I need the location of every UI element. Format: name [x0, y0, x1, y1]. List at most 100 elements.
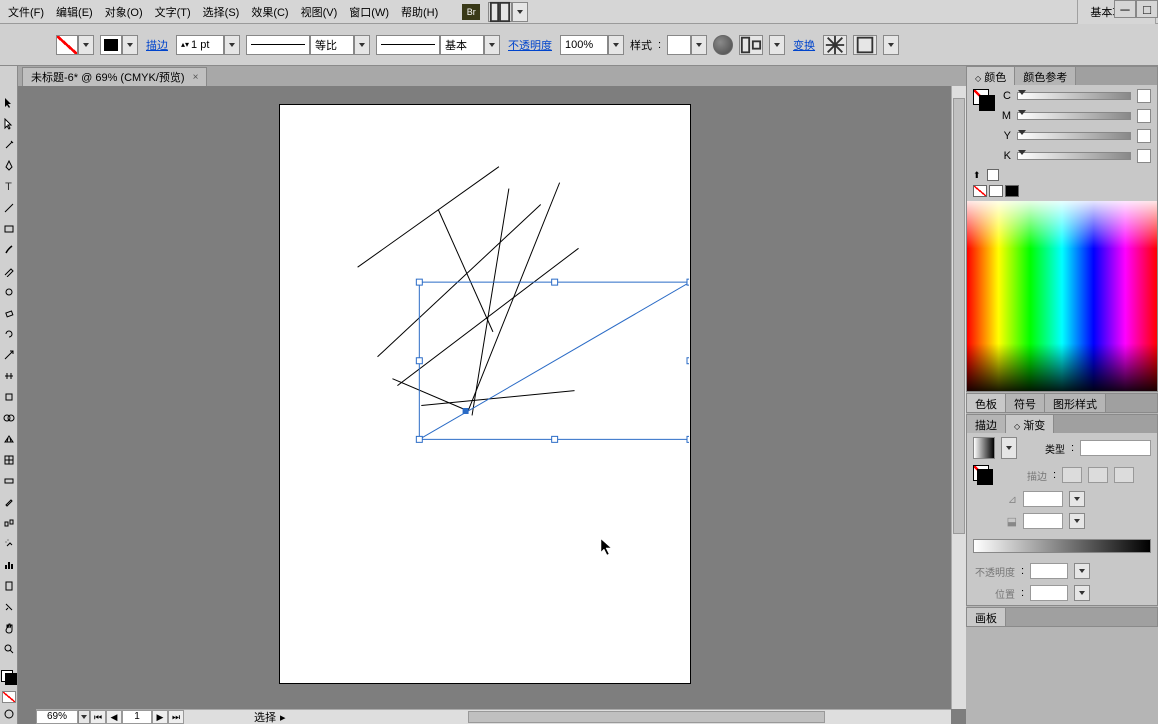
- channel-m-value[interactable]: [1137, 109, 1151, 123]
- type-tool[interactable]: T: [2, 178, 16, 197]
- graphic-style-dropdown[interactable]: [691, 35, 707, 55]
- close-tab-icon[interactable]: ×: [193, 72, 199, 83]
- channel-c-value[interactable]: [1137, 89, 1151, 103]
- first-artboard-button[interactable]: ⏮: [90, 710, 106, 724]
- arrange-documents-icon[interactable]: [488, 2, 512, 22]
- channel-m-slider[interactable]: [1017, 112, 1131, 120]
- canvas-scroll[interactable]: [18, 86, 951, 709]
- menu-edit[interactable]: 编辑(E): [50, 1, 99, 23]
- arrange-dropdown[interactable]: [512, 2, 528, 22]
- blob-brush-tool[interactable]: [2, 283, 16, 302]
- menu-object[interactable]: 对象(O): [99, 1, 149, 23]
- zoom-field[interactable]: 69%: [36, 710, 78, 724]
- channel-y-slider[interactable]: [1017, 132, 1131, 140]
- direct-selection-tool[interactable]: [2, 115, 16, 134]
- gradient-aspect-field[interactable]: [1023, 513, 1063, 529]
- scrollbar-thumb[interactable]: [468, 711, 825, 723]
- stroke-weight-field[interactable]: ▴▾1 pt: [176, 35, 224, 55]
- channel-k-value[interactable]: [1137, 149, 1151, 163]
- paintbrush-tool[interactable]: [2, 241, 16, 260]
- menu-select[interactable]: 选择(S): [197, 1, 246, 23]
- align-dropdown[interactable]: [769, 35, 785, 55]
- stroke-dropdown[interactable]: [122, 35, 138, 55]
- transform-panel-link[interactable]: 变换: [791, 37, 817, 53]
- vertical-scrollbar[interactable]: [951, 86, 966, 709]
- eyedropper-tool[interactable]: [2, 492, 16, 511]
- eraser-tool[interactable]: [2, 304, 16, 323]
- stroke-swatch[interactable]: [100, 35, 122, 55]
- stroke-panel-link[interactable]: 描边: [144, 37, 170, 53]
- artboard-number-field[interactable]: 1: [122, 710, 152, 724]
- gradient-preset-dropdown[interactable]: [1001, 437, 1017, 459]
- opacity-panel-link[interactable]: 不透明度: [506, 37, 554, 53]
- graphic-style-swatch[interactable]: [667, 35, 691, 55]
- selection-tool[interactable]: [2, 94, 16, 113]
- gradient-ramp[interactable]: [973, 539, 1151, 553]
- gradient-angle-dropdown[interactable]: [1069, 491, 1085, 507]
- menu-type[interactable]: 文字(T): [149, 1, 197, 23]
- artboard[interactable]: [279, 104, 691, 684]
- select-similar-button[interactable]: [853, 35, 877, 55]
- stroke-align-2[interactable]: [1088, 467, 1108, 483]
- tab-gradient[interactable]: ◇ 渐变: [1006, 415, 1054, 433]
- brush-dropdown[interactable]: [484, 35, 500, 55]
- gradient-fillstroke-icon[interactable]: [973, 465, 993, 485]
- gradient-type-field[interactable]: [1080, 440, 1151, 456]
- hand-tool[interactable]: [2, 618, 16, 637]
- gradient-opacity-field[interactable]: [1030, 563, 1068, 579]
- bridge-icon[interactable]: Br: [462, 4, 480, 20]
- tab-artboard[interactable]: 画板: [967, 608, 1006, 626]
- width-tool[interactable]: [2, 367, 16, 386]
- pen-tool[interactable]: [2, 157, 16, 176]
- blend-tool[interactable]: [2, 513, 16, 532]
- black-swatch[interactable]: [1005, 185, 1019, 197]
- fill-swatch[interactable]: [56, 35, 78, 55]
- tab-swatches[interactable]: 色板: [967, 394, 1006, 412]
- line-tool[interactable]: [2, 199, 16, 218]
- rectangle-tool[interactable]: [2, 220, 16, 239]
- rotate-tool[interactable]: [2, 325, 16, 344]
- minimize-button[interactable]: ─: [1114, 0, 1136, 18]
- none-color-swatch[interactable]: [973, 185, 987, 197]
- last-artboard-button[interactable]: ⏭: [168, 710, 184, 724]
- variable-width-preview[interactable]: [246, 35, 310, 55]
- tab-color[interactable]: ◇ 颜色: [967, 67, 1015, 85]
- last-color-swatch[interactable]: [987, 169, 999, 181]
- channel-c-slider[interactable]: [1017, 92, 1131, 100]
- recolor-artwork-icon[interactable]: [713, 35, 733, 55]
- gradient-aspect-dropdown[interactable]: [1069, 513, 1085, 529]
- menu-effect[interactable]: 效果(C): [245, 1, 294, 23]
- panel-fill-stroke-icon[interactable]: [973, 89, 995, 111]
- stroke-weight-dropdown[interactable]: [224, 35, 240, 55]
- tab-color-guide[interactable]: 颜色参考: [1015, 67, 1076, 85]
- zoom-tool[interactable]: [2, 639, 16, 658]
- gradient-opacity-dropdown[interactable]: [1074, 563, 1090, 579]
- gradient-position-dropdown[interactable]: [1074, 585, 1090, 601]
- menu-window[interactable]: 窗口(W): [343, 1, 395, 23]
- channel-y-value[interactable]: [1137, 129, 1151, 143]
- gradient-preview[interactable]: [973, 437, 995, 459]
- pencil-tool[interactable]: [2, 262, 16, 281]
- isolate-button[interactable]: [823, 35, 847, 55]
- gradient-tool[interactable]: [2, 471, 16, 490]
- fill-dropdown[interactable]: [78, 35, 94, 55]
- artboard-tool[interactable]: [2, 576, 16, 595]
- white-swatch[interactable]: [989, 185, 1003, 197]
- tab-symbols[interactable]: 符号: [1006, 394, 1045, 412]
- gradient-position-field[interactable]: [1030, 585, 1068, 601]
- variable-width-dropdown[interactable]: [354, 35, 370, 55]
- prev-artboard-button[interactable]: ◀: [106, 710, 122, 724]
- brush-preview[interactable]: [376, 35, 440, 55]
- select-similar-dropdown[interactable]: [883, 35, 899, 55]
- symbol-sprayer-tool[interactable]: [2, 534, 16, 553]
- tab-graphic-styles[interactable]: 图形样式: [1045, 394, 1106, 412]
- menu-file[interactable]: 文件(F): [2, 1, 50, 23]
- menu-help[interactable]: 帮助(H): [395, 1, 444, 23]
- draw-mode-icon[interactable]: [2, 705, 16, 724]
- perspective-tool[interactable]: [2, 430, 16, 449]
- gradient-angle-field[interactable]: [1023, 491, 1063, 507]
- opacity-dropdown[interactable]: [608, 35, 624, 55]
- slice-tool[interactable]: [2, 597, 16, 616]
- scrollbar-thumb[interactable]: [953, 98, 965, 534]
- maximize-button[interactable]: □: [1136, 0, 1158, 18]
